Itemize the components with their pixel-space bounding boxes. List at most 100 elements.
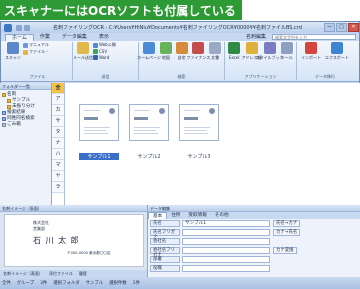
card-caption[interactable]: サンプル3: [179, 153, 219, 160]
folder-item-trash[interactable]: ごみ箱: [2, 122, 49, 128]
kana-ya[interactable]: ヤ: [52, 171, 64, 182]
tab-work[interactable]: 作業: [34, 34, 56, 41]
close-button[interactable]: ✕: [348, 23, 359, 32]
name-to-kana-button[interactable]: 氏名→カナ: [273, 220, 301, 227]
bottom-area: 名刺イメージ（表面） 株式会社 営業部 石 川 太 郎 〒000-0000 東京…: [0, 205, 360, 277]
export-icon: [331, 42, 343, 54]
home-icon: [143, 42, 155, 54]
app-icon: [4, 23, 12, 32]
card-thumbnail-area: サンプル1 サンプル2 サンプル3: [65, 83, 360, 206]
tab-address[interactable]: 住所: [167, 212, 184, 219]
kana-ra[interactable]: ラ: [52, 182, 64, 193]
kana-to-name-button[interactable]: カナ→氏名: [273, 229, 301, 236]
card-caption[interactable]: サンプル1: [79, 153, 119, 160]
card-logo-icon: [159, 108, 165, 114]
card-thumbnail[interactable]: [79, 104, 119, 141]
web-publish-button[interactable]: Web公開: [93, 42, 116, 48]
data-edit-title: データ編集: [148, 205, 360, 212]
field-row: 会社名: [148, 237, 360, 246]
name-kana-field[interactable]: [182, 229, 270, 236]
csv-button[interactable]: CSV: [93, 49, 116, 54]
kana-na[interactable]: ナ: [52, 138, 64, 149]
minimize-button[interactable]: —: [324, 23, 335, 32]
tools-button[interactable]: ツール: [280, 42, 295, 61]
card-image: 株式会社 営業部 石 川 太 郎 〒000-0000 東京都〇〇区: [4, 214, 144, 267]
kana-index: 全 ア カ サ タ ナ ハ マ ヤ ラ: [52, 83, 65, 206]
field-row: 会社名フリガナカナ変換: [148, 246, 360, 258]
tab-home[interactable]: ホーム: [5, 34, 34, 41]
ribbon-tabs: ホーム 作業 データ編集 表示 名刺編集 検索文字列を入力: [1, 33, 359, 41]
kana-a[interactable]: ア: [52, 94, 64, 105]
search-input[interactable]: 検索文字列を入力: [272, 34, 356, 40]
field-row: 氏名 サンプル1 氏名→カナ: [148, 219, 360, 228]
title-field[interactable]: [182, 265, 270, 272]
card-logo-icon: [209, 108, 215, 114]
kana-ta[interactable]: タ: [52, 127, 64, 138]
tab-view[interactable]: 表示: [93, 34, 115, 41]
data-edit-tabs: 基本 住所 受取情報 その他: [148, 212, 360, 219]
tools-icon: [280, 42, 293, 54]
finance-button[interactable]: ファイナンス: [186, 42, 210, 61]
stylebook-icon: [263, 42, 276, 54]
field-row: 部署: [148, 255, 360, 264]
stylebook-button[interactable]: スタイルブック: [256, 42, 284, 61]
ribbon-group-search: ホームページ 地図 自宅 ファイナンス 文書 検索: [137, 42, 225, 80]
trash-icon: [2, 123, 6, 127]
status-bar: 全件 グループ 3件 選択フォルダ サンプル 選択件数 1件: [0, 277, 360, 289]
ribbon-group-send: メール送信 Web公開 CSV Word 送信: [73, 42, 139, 80]
ribbon-group-data-migration: インポート エクスポート データ移行: [297, 42, 353, 80]
globe-icon: [93, 42, 98, 48]
document-icon: [209, 42, 222, 54]
mail-icon: [77, 42, 89, 54]
folder-pane: フォルダー一覧 名刺 サンプル 未振り分け 検索結果 同姓同名検索 ごみ箱: [0, 83, 52, 206]
tab-data-edit[interactable]: データ編集: [56, 34, 93, 41]
mail-send-button[interactable]: メール送信: [73, 42, 93, 61]
word-button[interactable]: Word: [93, 55, 116, 60]
homepage-button[interactable]: ホームページ: [137, 42, 161, 61]
image-pane-tabs: 名刺イメージ（表面） 添付ファイル 履歴: [0, 270, 147, 277]
company-kana-field[interactable]: [182, 247, 270, 254]
tab-received[interactable]: 受取情報: [184, 212, 210, 219]
tab-history[interactable]: 履歴: [76, 270, 90, 277]
quick-access-save-icon[interactable]: [16, 24, 22, 31]
kana-sa[interactable]: サ: [52, 116, 64, 127]
folder-pane-title: フォルダー一覧: [0, 83, 51, 90]
document-button[interactable]: 文書: [208, 42, 222, 61]
maximize-button[interactable]: □: [336, 23, 347, 32]
quick-access-undo-icon[interactable]: [24, 24, 30, 31]
kana-ka[interactable]: カ: [52, 105, 64, 116]
field-row: 役職: [148, 264, 360, 273]
manual-button[interactable]: マニュアル: [23, 42, 49, 48]
csv-icon: [93, 49, 98, 54]
export-button[interactable]: エクスポート: [325, 42, 349, 61]
card-image-pane: 名刺イメージ（表面） 株式会社 営業部 石 川 太 郎 〒000-0000 東京…: [0, 205, 148, 277]
kana-all[interactable]: 全: [52, 83, 64, 94]
folder-icon: [7, 99, 11, 103]
word-icon: [93, 55, 98, 60]
kana-convert-button[interactable]: カナ変換: [273, 247, 297, 254]
kana-ma[interactable]: マ: [52, 160, 64, 171]
card-thumbnail[interactable]: [129, 104, 169, 141]
scan-button[interactable]: スキャン: [5, 42, 21, 61]
tab-other[interactable]: その他: [211, 212, 233, 219]
card-thumbnail[interactable]: [179, 104, 219, 141]
company-field[interactable]: [182, 238, 270, 245]
folder-icon: [23, 49, 28, 55]
name-field[interactable]: サンプル1: [182, 220, 270, 227]
tab-attachment[interactable]: 添付ファイル: [46, 270, 76, 277]
file-button[interactable]: ファイル・: [23, 49, 49, 55]
department-field[interactable]: [182, 256, 270, 263]
import-button[interactable]: インポート: [299, 42, 323, 61]
card-logo-icon: [109, 108, 115, 114]
chart-icon: [192, 42, 205, 54]
excel-button[interactable]: Excel: [227, 42, 242, 60]
card-image-title: 名刺イメージ（表面）: [0, 205, 147, 212]
tab-card-image[interactable]: 名刺イメージ（表面）: [0, 270, 46, 277]
card-caption[interactable]: サンプル2: [129, 153, 169, 160]
scanner-icon: [7, 42, 19, 54]
map-button[interactable]: 地図: [159, 42, 173, 61]
tab-card-edit[interactable]: 名刺編集: [240, 34, 272, 41]
tab-basic[interactable]: 基本: [148, 212, 168, 219]
kana-ha[interactable]: ハ: [52, 149, 64, 160]
window-title: 名刺ファイリングOCR - C:¥Users¥HiNiu¥Documents¥名…: [53, 25, 302, 31]
